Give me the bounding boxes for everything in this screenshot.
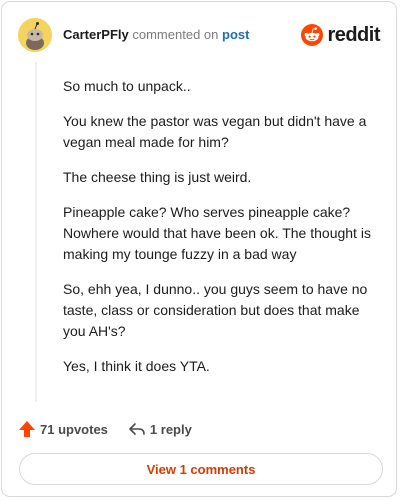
- view-comments-button[interactable]: View 1 comments: [19, 453, 383, 485]
- upvote-arrow-icon: [19, 421, 35, 437]
- comment-paragraph: You knew the pastor was vegan but didn't…: [63, 113, 367, 150]
- commented-on-label: commented on: [132, 27, 219, 42]
- reply-count: 1 reply: [149, 421, 192, 437]
- header-text: CarterPFly commented on post: [63, 27, 249, 43]
- reddit-logo-icon: [301, 24, 324, 46]
- comment-body: So much to unpack.. You knew the pastor …: [63, 76, 373, 391]
- avatar[interactable]: [18, 18, 52, 52]
- upvote-count: 71 upvotes: [40, 421, 108, 437]
- comment-paragraph: Yes, I think it does YTA.: [63, 358, 210, 374]
- thread-line[interactable]: [35, 62, 37, 402]
- comment-paragraph: Pineapple cake? Who serves pineapple cak…: [63, 204, 371, 262]
- reddit-logo[interactable]: reddit: [301, 24, 380, 47]
- upvote-button[interactable]: 71 upvotes: [18, 420, 108, 438]
- reddit-wordmark: reddit: [327, 23, 380, 46]
- comment-paragraph: The cheese thing is just weird.: [63, 169, 252, 185]
- comment-paragraph: So much to unpack..: [63, 78, 191, 94]
- comment-card: CarterPFly commented on post reddit So m…: [1, 1, 397, 497]
- comment-actions: 71 upvotes 1 reply: [18, 418, 212, 440]
- post-link[interactable]: post: [222, 27, 249, 42]
- comment-paragraph: So, ehh yea, I dunno.. you guys seem to …: [63, 281, 368, 339]
- author-name[interactable]: CarterPFly: [63, 27, 129, 42]
- snoo-avatar-icon: [18, 18, 52, 52]
- reply-icon: [129, 423, 145, 435]
- reply-button[interactable]: 1 reply: [128, 420, 192, 438]
- comment-header: CarterPFly commented on post reddit: [18, 18, 380, 52]
